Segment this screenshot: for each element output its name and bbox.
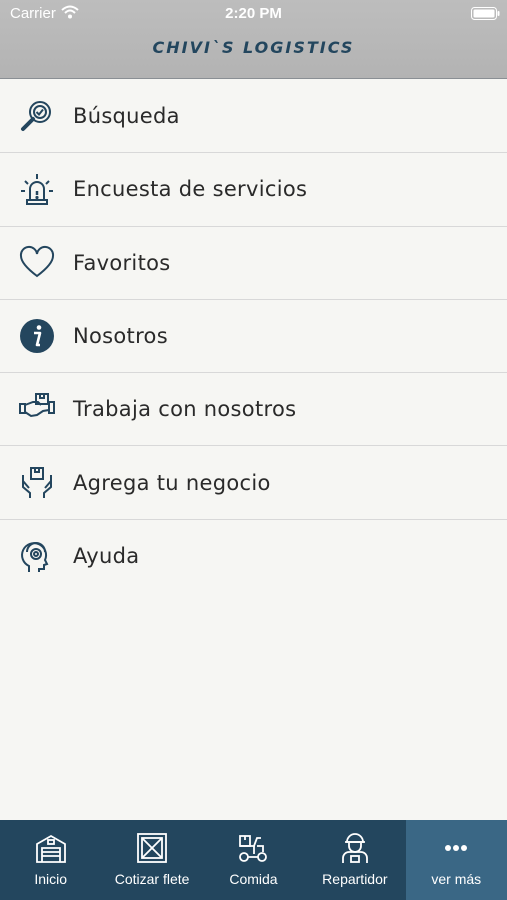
- menu-item-label: Agrega tu negocio: [73, 470, 271, 495]
- info-icon: [18, 317, 56, 355]
- headset-support-icon: [18, 537, 56, 575]
- battery-icon: [471, 7, 500, 20]
- tab-label: Inicio: [34, 871, 68, 887]
- menu-item-label: Ayuda: [73, 544, 140, 569]
- handshake-package-icon: [18, 390, 56, 428]
- search-magnifier-icon: [18, 97, 56, 135]
- warehouse-icon: [35, 834, 66, 863]
- tab-label: Comida: [229, 871, 278, 887]
- crate-icon: [137, 833, 167, 863]
- menu-item-nosotros[interactable]: Nosotros: [0, 300, 507, 374]
- menu-item-busqueda[interactable]: Búsqueda: [0, 80, 507, 154]
- status-bar: Carrier 2:20 PM: [0, 0, 507, 28]
- tab-inicio[interactable]: Inicio: [0, 820, 101, 900]
- tab-label: ver más: [431, 871, 482, 887]
- menu-item-label: Favoritos: [73, 250, 171, 275]
- clock: 2:20 PM: [225, 5, 282, 22]
- tab-label: Cotizar flete: [114, 871, 190, 887]
- menu-item-encuesta[interactable]: Encuesta de servicios: [0, 153, 507, 227]
- hands-box-icon: [18, 464, 56, 502]
- menu-item-label: Búsqueda: [73, 104, 180, 129]
- menu-item-agrega-negocio[interactable]: Agrega tu negocio: [0, 446, 507, 520]
- app-title: CHIVI`S LOGISTICS: [152, 38, 355, 57]
- tab-bar: Inicio Cotizar flete Comida Repartidor v…: [0, 820, 507, 900]
- menu-item-favoritos[interactable]: Favoritos: [0, 227, 507, 300]
- app-header: Carrier 2:20 PM CHIVI`S LOGISTICS: [0, 0, 507, 79]
- tab-label: Repartidor: [322, 871, 388, 887]
- tab-cotizar-flete[interactable]: Cotizar flete: [101, 820, 202, 900]
- heart-icon: [18, 244, 56, 282]
- menu-item-label: Encuesta de servicios: [73, 177, 308, 202]
- courier-icon: [341, 833, 368, 863]
- menu-item-label: Trabaja con nosotros: [73, 397, 297, 422]
- scooter-icon: [239, 835, 268, 862]
- menu-list: Búsqueda Encuesta de servicios Favoritos: [0, 80, 507, 593]
- menu-item-trabaja[interactable]: Trabaja con nosotros: [0, 373, 507, 447]
- alarm-beacon-icon: [18, 170, 56, 208]
- menu-item-ayuda[interactable]: Ayuda: [0, 520, 507, 593]
- tab-ver-mas[interactable]: ver más: [405, 820, 507, 900]
- menu-item-label: Nosotros: [73, 324, 168, 349]
- tab-comida[interactable]: Comida: [203, 820, 304, 900]
- tab-repartidor[interactable]: Repartidor: [304, 820, 405, 900]
- more-dots-icon: [445, 845, 468, 851]
